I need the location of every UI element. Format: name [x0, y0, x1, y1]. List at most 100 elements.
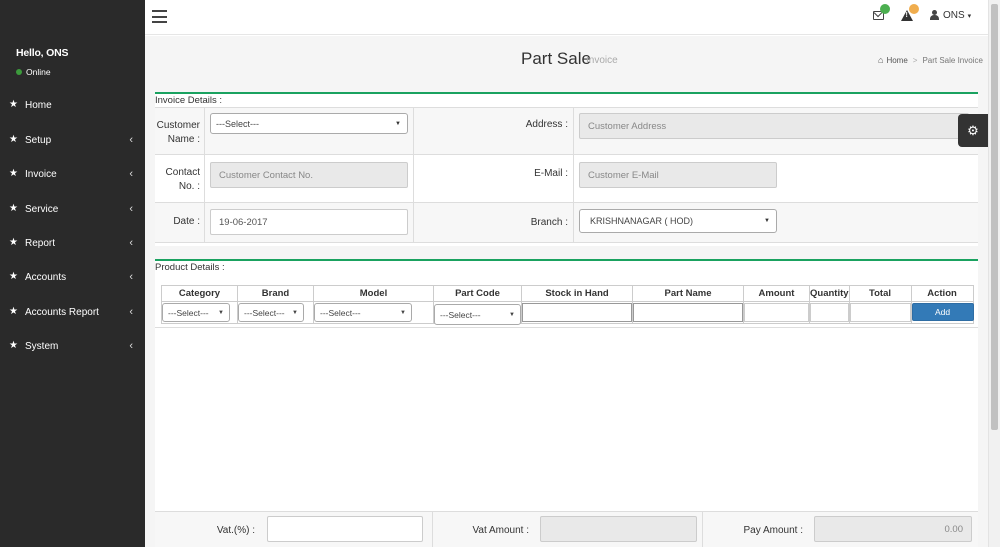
part-code-select[interactable]: ---Select--- ▼	[434, 304, 521, 325]
breadcrumb-current: Part Sale Invoice	[922, 55, 983, 65]
page-subtitle: Invoice	[586, 55, 618, 66]
contact-no-input[interactable]: Customer Contact No.	[210, 162, 408, 188]
main-content: Part Sale Invoice ⌂ Home > Part Sale Inv…	[145, 36, 988, 547]
star-icon: ★	[9, 306, 18, 317]
column-header: Total	[848, 285, 912, 302]
star-icon: ★	[9, 203, 18, 214]
pay-amount-input[interactable]: 0.00	[814, 516, 972, 542]
model-select[interactable]: ---Select--- ▼	[314, 303, 412, 322]
chevron-left-icon: ‹	[129, 134, 133, 146]
vat-percent-input[interactable]	[267, 516, 423, 542]
user-name: ONS	[943, 10, 965, 21]
column-header: Quantity	[809, 285, 850, 302]
product-details-title: Product Details :	[155, 262, 225, 273]
breadcrumb-separator: >	[912, 55, 918, 65]
sidebar-item-label: Home	[25, 99, 52, 111]
online-dot-icon	[16, 69, 22, 75]
top-header: ONS ▾	[145, 0, 988, 35]
sidebar-item-label: Setup	[25, 134, 52, 146]
product-table-header: Category Brand Model Part Code Stock in …	[161, 285, 974, 302]
totals-row: Vat.(%) : Vat Amount : Pay Amount : 0.00	[155, 511, 978, 547]
invoice-row-date: Date : 19-06-2017 Branch : KRISHNANAGAR …	[155, 203, 978, 243]
online-status-label: Online	[26, 67, 51, 77]
vertical-scrollbar[interactable]	[988, 0, 1000, 547]
caret-down-icon: ▼	[292, 309, 298, 316]
sidebar-item-label: Report	[25, 237, 56, 249]
quantity-input[interactable]	[810, 303, 849, 322]
sidebar-item-accounts[interactable]: ★ Accounts ‹	[0, 267, 145, 287]
sidebar-item-service[interactable]: ★ Service ‹	[0, 199, 145, 219]
brand-select-value: ---Select---	[244, 307, 285, 318]
branch-label: Branch :	[530, 217, 568, 228]
email-input[interactable]: Customer E-Mail	[579, 162, 777, 188]
sidebar-item-system[interactable]: ★ System ‹	[0, 336, 145, 356]
column-header: Part Name	[632, 285, 744, 302]
chevron-left-icon: ‹	[129, 168, 133, 180]
category-select[interactable]: ---Select--- ▼	[162, 303, 230, 322]
scrollbar-thumb[interactable]	[991, 4, 998, 430]
chevron-left-icon: ‹	[129, 306, 133, 318]
address-input[interactable]: Customer Address	[579, 113, 969, 139]
hamburger-icon[interactable]	[152, 10, 167, 23]
stock-in-hand-input[interactable]	[522, 303, 632, 322]
caret-down-icon: ▼	[395, 120, 401, 127]
sidebar-item-label: Accounts	[25, 271, 67, 283]
chevron-left-icon: ‹	[129, 203, 133, 215]
part-name-input[interactable]	[633, 303, 743, 322]
mail-notification-badge	[880, 4, 890, 14]
star-icon: ★	[9, 134, 18, 145]
model-select-value: ---Select---	[320, 307, 361, 318]
chevron-left-icon: ‹	[129, 340, 133, 352]
invoice-details-panel: Invoice Details : Customer Name : ---Sel…	[155, 92, 978, 246]
contact-no-label: Contact No. :	[165, 167, 200, 192]
breadcrumb: ⌂ Home > Part Sale Invoice	[878, 55, 983, 65]
user-icon	[930, 10, 939, 21]
sidebar-item-setup[interactable]: ★ Setup ‹	[0, 130, 145, 150]
branch-select-value: KRISHNANAGAR ( HOD)	[590, 216, 694, 226]
amount-input[interactable]	[744, 303, 809, 322]
sidebar-item-report[interactable]: ★ Report ‹	[0, 233, 145, 253]
breadcrumb-home[interactable]: Home	[886, 56, 907, 65]
sidebar-item-label: System	[25, 340, 59, 352]
total-input[interactable]	[849, 303, 911, 322]
part-code-select-value: ---Select---	[440, 309, 481, 320]
sidebar-item-invoice[interactable]: ★ Invoice ‹	[0, 164, 145, 184]
invoice-details-title: Invoice Details :	[155, 95, 223, 106]
customer-name-label: Customer Name :	[156, 120, 200, 145]
caret-down-icon: ▼	[218, 309, 224, 316]
add-button[interactable]: Add	[911, 303, 974, 321]
page-title: Part Sale	[521, 49, 591, 68]
category-select-value: ---Select---	[168, 307, 209, 318]
sidebar-item-accounts-report[interactable]: ★ Accounts Report ‹	[0, 302, 145, 322]
sidebar-item-label: Service	[25, 203, 59, 215]
pay-amount-label: Pay Amount :	[743, 525, 803, 536]
sidebar-item-label: Invoice	[25, 168, 57, 180]
home-icon: ⌂	[878, 55, 884, 65]
product-list-area	[155, 327, 978, 511]
column-header: Category	[161, 285, 238, 302]
sidebar-item-home[interactable]: ★ Home	[0, 95, 145, 115]
vat-amount-input[interactable]	[540, 516, 697, 542]
caret-down-icon: ▼	[764, 218, 770, 224]
invoice-row-contact: Contact No. : Customer Contact No. E-Mai…	[155, 155, 978, 203]
product-table: Category Brand Model Part Code Stock in …	[161, 285, 974, 325]
customer-select-value: ---Select---	[216, 118, 259, 129]
sidebar: Hello, ONS Online ★ Home ★ Setup ‹ ★ Inv…	[0, 0, 145, 547]
address-label: Address :	[525, 119, 568, 130]
caret-down-icon: ▼	[509, 311, 515, 318]
star-icon: ★	[9, 340, 18, 351]
column-header: Stock in Hand	[521, 285, 633, 302]
caret-down-icon: ▾	[967, 12, 972, 20]
date-input[interactable]: 19-06-2017	[210, 209, 408, 235]
caret-down-icon: ▼	[400, 309, 406, 316]
chevron-left-icon: ‹	[129, 237, 133, 249]
brand-select[interactable]: ---Select--- ▼	[238, 303, 304, 322]
customer-select[interactable]: ---Select--- ▼	[210, 113, 408, 134]
star-icon: ★	[9, 271, 18, 282]
vat-percent-label: Vat.(%) :	[216, 525, 255, 536]
branch-select[interactable]: KRISHNANAGAR ( HOD) ▼	[579, 209, 777, 233]
date-label: Date :	[173, 216, 200, 227]
gear-icon[interactable]: ⚙	[958, 114, 988, 147]
user-menu[interactable]: ONS ▾	[930, 10, 971, 21]
alert-notification-badge	[909, 4, 919, 14]
